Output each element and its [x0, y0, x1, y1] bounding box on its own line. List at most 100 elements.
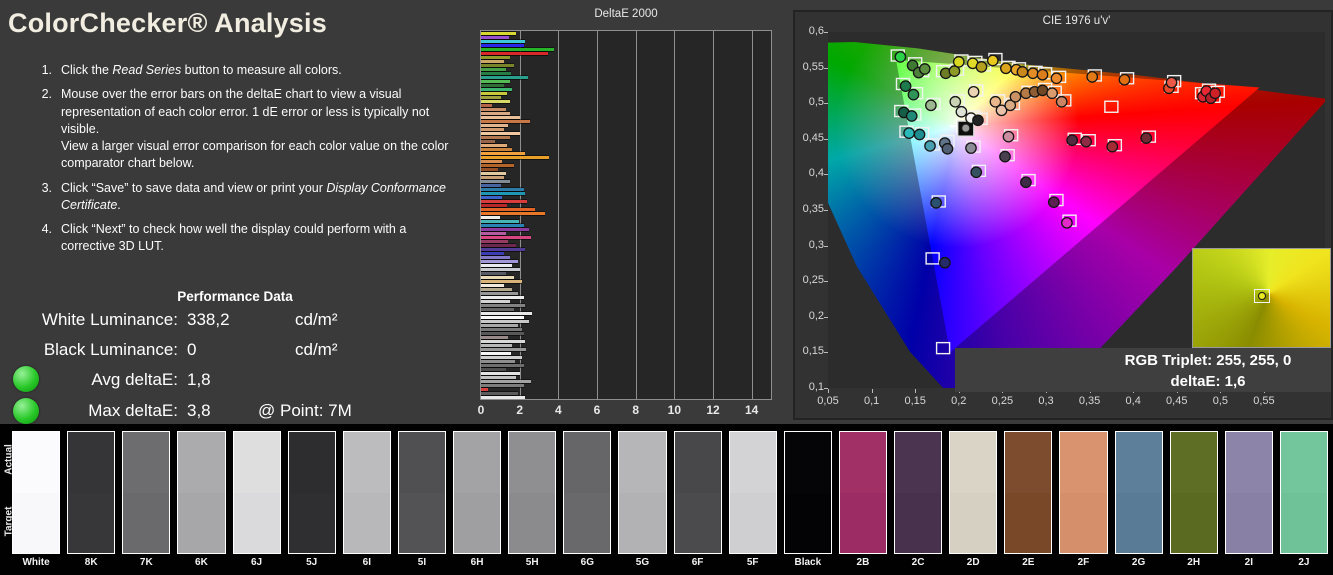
deltae-error-bar[interactable] [481, 220, 519, 223]
deltae-error-bar[interactable] [481, 248, 526, 251]
deltae-error-bar[interactable] [481, 60, 505, 63]
deltae-error-bar[interactable] [481, 48, 555, 51]
deltae-error-bar[interactable] [481, 224, 524, 227]
white-patch-dot [961, 123, 971, 133]
deltae-error-bar[interactable] [481, 168, 499, 171]
deltae-error-bar[interactable] [481, 76, 529, 79]
deltae-error-bar[interactable] [481, 276, 514, 279]
swatch-actual [729, 432, 776, 493]
deltae-error-bar[interactable] [481, 104, 492, 107]
deltae-error-bar[interactable] [481, 68, 507, 71]
deltae-error-bar[interactable] [481, 140, 495, 143]
deltae-error-bar[interactable] [481, 256, 510, 259]
deltae-error-bar[interactable] [481, 116, 520, 119]
deltae-error-bar[interactable] [481, 40, 526, 43]
deltae-error-bar[interactable] [481, 384, 524, 387]
deltae-error-bar[interactable] [481, 308, 514, 311]
deltae-error-bar[interactable] [481, 304, 526, 307]
deltae-error-bar[interactable] [481, 252, 505, 255]
deltae-error-bar[interactable] [481, 64, 514, 67]
deltae-error-bar[interactable] [481, 336, 509, 339]
deltae-error-bar[interactable] [481, 72, 511, 75]
deltae-error-bar[interactable] [481, 108, 507, 111]
deltae-error-bar[interactable] [481, 316, 524, 319]
deltae-error-bar[interactable] [481, 260, 518, 263]
deltae-error-bar[interactable] [481, 244, 516, 247]
measurement-point [925, 99, 937, 112]
deltae-error-bar[interactable] [481, 44, 524, 47]
deltae-error-bar[interactable] [481, 376, 516, 379]
deltae-error-bar[interactable] [481, 236, 532, 239]
deltae-error-bar[interactable] [481, 280, 522, 283]
deltae-error-bar[interactable] [481, 352, 511, 355]
deltae-error-bar[interactable] [481, 388, 488, 391]
deltae-error-bar[interactable] [481, 152, 526, 155]
deltae-error-bar[interactable] [481, 112, 510, 115]
deltae-error-bar[interactable] [481, 208, 536, 211]
deltae-error-bar[interactable] [481, 356, 522, 359]
deltae-error-bar[interactable] [481, 372, 520, 375]
deltae-error-bar[interactable] [481, 200, 528, 203]
deltae-error-bar[interactable] [481, 332, 524, 335]
deltae-error-bar[interactable] [481, 292, 518, 295]
deltae-error-bar[interactable] [481, 324, 518, 327]
deltae-error-bar[interactable] [481, 312, 533, 315]
deltae-error-bar[interactable] [481, 204, 508, 207]
deltae-error-bar[interactable] [481, 296, 524, 299]
swatch-box [453, 431, 502, 554]
deltae-error-bar[interactable] [481, 380, 532, 383]
y-tick [824, 32, 828, 33]
deltae-error-bar[interactable] [481, 240, 509, 243]
deltae-error-bar[interactable] [481, 156, 549, 159]
deltae-error-bar[interactable] [481, 136, 510, 139]
deltae-error-bar[interactable] [481, 120, 531, 123]
deltae-error-bar[interactable] [481, 360, 515, 363]
deltae-error-bar[interactable] [481, 36, 510, 39]
deltae-error-bar[interactable] [481, 196, 503, 199]
deltae-error-bar[interactable] [481, 176, 505, 179]
deltae-error-bar[interactable] [481, 344, 512, 347]
deltae-error-bar[interactable] [481, 216, 501, 219]
deltae-error-bar[interactable] [481, 232, 507, 235]
deltae-error-bar[interactable] [481, 284, 505, 287]
deltae-error-bar[interactable] [481, 160, 503, 163]
swatch-actual [123, 432, 170, 493]
deltae-error-bar[interactable] [481, 272, 507, 275]
deltae-error-bar[interactable] [481, 164, 514, 167]
deltae-error-bar[interactable] [481, 92, 508, 95]
deltae-error-bar[interactable] [481, 320, 530, 323]
deltae-error-bar[interactable] [481, 100, 510, 103]
swatch-target [288, 492, 335, 553]
deltae-error-bar[interactable] [481, 288, 512, 291]
deltae-error-bar[interactable] [481, 56, 510, 59]
deltae-error-bar[interactable] [481, 364, 524, 367]
deltae-error-bar[interactable] [481, 84, 505, 87]
deltae-error-bar[interactable] [481, 328, 522, 331]
deltae-error-bar[interactable] [481, 88, 512, 91]
deltae-error-bar[interactable] [481, 32, 516, 35]
deltae-error-bar[interactable] [481, 144, 508, 147]
deltae-error-bar[interactable] [481, 264, 512, 267]
deltae-error-bar[interactable] [481, 228, 530, 231]
deltae-error-bar[interactable] [481, 148, 512, 151]
deltae-error-bar[interactable] [481, 96, 502, 99]
deltae-error-bar[interactable] [481, 368, 507, 371]
deltae-error-bar[interactable] [481, 172, 507, 175]
deltae-error-bar[interactable] [481, 180, 510, 183]
deltae-error-bar[interactable] [481, 348, 527, 351]
deltae-error-bar[interactable] [481, 80, 510, 83]
deltae-error-bar[interactable] [481, 132, 520, 135]
deltae-error-bar[interactable] [481, 128, 505, 131]
deltae-error-bar[interactable] [481, 300, 510, 303]
deltae-error-bar[interactable] [481, 396, 526, 399]
deltae-error-bar[interactable] [481, 124, 509, 127]
deltae-error-bar[interactable] [481, 268, 520, 271]
deltae-error-bar[interactable] [481, 340, 526, 343]
deltae-error-bar[interactable] [481, 192, 526, 195]
deltae-error-bar[interactable] [481, 392, 518, 395]
deltae-error-bar[interactable] [481, 184, 502, 187]
deltae-error-bar[interactable] [481, 188, 524, 191]
deltae-error-bar[interactable] [481, 212, 545, 215]
measurement-point [918, 63, 931, 75]
deltae-error-bar[interactable] [481, 52, 548, 55]
